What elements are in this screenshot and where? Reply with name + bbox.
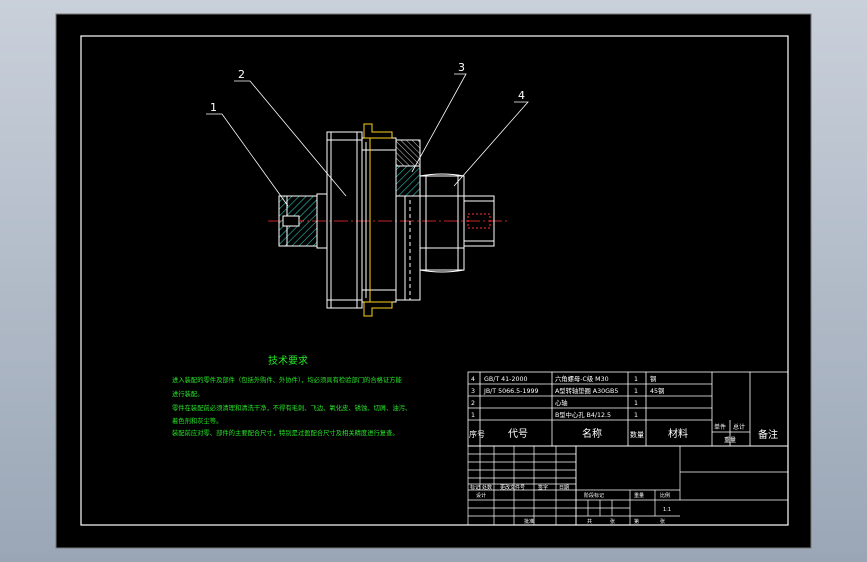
bom-header-total: 总计 <box>733 423 745 431</box>
tb-mark: 标记 <box>470 484 480 491</box>
bom-row-4-name: 六角螺母-C级 M30 <box>555 374 609 383</box>
bom-header-code: 代号 <box>508 428 528 440</box>
tb-signature: 签字 <box>538 484 548 491</box>
tb-designer: 设计 <box>476 492 486 499</box>
bom-header-weight: 重量 <box>724 436 736 444</box>
tech-line-2: 进行装配。 <box>172 389 203 398</box>
tb-sheet-no: 第 <box>634 518 639 525</box>
bom-row-4-material: 钢 <box>650 375 656 383</box>
bom-row-2-no: 2 <box>471 400 475 407</box>
bom-row-3-code: JB/T 5066.5-1999 <box>483 388 538 395</box>
bom-row-1-qty: 1 <box>634 412 638 419</box>
tb-stage-mark: 阶段标记 <box>584 492 604 499</box>
tb-approve: 批准 <box>524 518 534 525</box>
tb-scale-value: 1:1 <box>663 507 671 513</box>
bom-row-4-no: 4 <box>471 376 475 383</box>
tech-line-3: 零件在装配前必须清理和清洗干净，不得有毛刺、飞边、氧化皮、锈蚀、切屑、油污、 <box>172 403 411 412</box>
drawing-svg: 1 2 3 4 技术要求 进入装配的零件及部件（包括外购件、外协件），均必须具有… <box>55 13 812 549</box>
bom-row-4-code: GB/T 41-2000 <box>484 376 527 383</box>
bom-header-unit: 单件 <box>714 423 726 431</box>
tb-sheet-total: 共 <box>587 518 592 525</box>
tb-scale: 比例 <box>660 492 670 499</box>
leader-num-3: 3 <box>458 61 465 74</box>
tb-date: 日期 <box>559 485 569 491</box>
bom-header-no: 序号 <box>469 429 485 439</box>
tech-line-4: 着色剂和灰尘等。 <box>172 416 222 425</box>
bom-header-material: 材料 <box>668 427 688 440</box>
tech-line-5: 装配前应对零、部件的主要配合尺寸，特别是过盈配合尺寸及相关精度进行复查。 <box>172 428 399 437</box>
bom-row-3-qty: 1 <box>634 388 638 395</box>
leader-num-2: 2 <box>238 68 245 81</box>
part-1-center-hole <box>282 215 300 227</box>
tb-weight: 重量 <box>634 492 644 499</box>
bom-row-3-no: 3 <box>471 388 475 395</box>
cad-viewport[interactable]: 1 2 3 4 技术要求 进入装配的零件及部件（包括外购件、外协件），均必须具有… <box>0 0 867 562</box>
bom-row-3-material: 45钢 <box>650 387 664 395</box>
bom-row-2-qty: 1 <box>634 400 638 407</box>
bom-row-1-no: 1 <box>471 412 475 419</box>
tech-title: 技术要求 <box>268 354 308 367</box>
tech-line-1: 进入装配的零件及部件（包括外购件、外协件），均必须具有检验部门的合格证方能 <box>172 375 403 384</box>
bom-header-remark: 备注 <box>758 428 778 441</box>
bom-header-qty: 数量 <box>630 430 644 439</box>
tb-change-doc: 更改文件号 <box>500 484 525 491</box>
bom-row-2-name: 心轴 <box>555 398 568 407</box>
tb-sheet-word: 张 <box>610 518 615 525</box>
bom-row-3-name: A型转轴垫圈 A30GB5 <box>555 386 618 395</box>
drawing-sheet <box>55 13 812 549</box>
leader-num-1: 1 <box>210 101 217 114</box>
bom-row-4-qty: 1 <box>634 376 638 383</box>
bom-row-1-name: B型中心孔 B4/12.5 <box>555 410 611 419</box>
leader-num-4: 4 <box>518 89 525 102</box>
bom-header-name: 名称 <box>582 427 602 440</box>
tb-sheet-word-2: 张 <box>660 518 665 525</box>
tb-zones: 处数 <box>482 484 492 491</box>
